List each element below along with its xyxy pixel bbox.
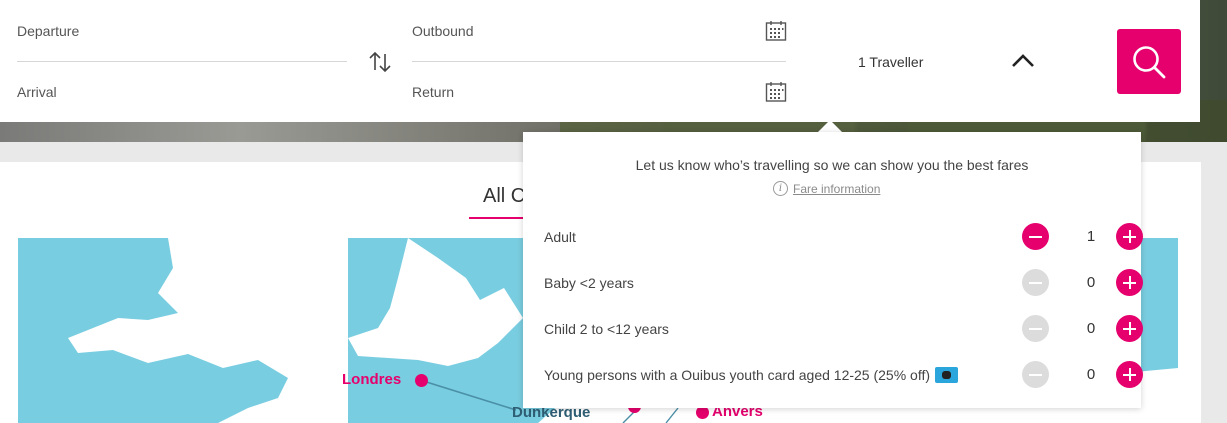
search-bar: Departure Arrival Outbound Return 1 Trav… bbox=[0, 0, 1200, 122]
baby-count: 0 bbox=[1086, 274, 1096, 291]
popover-arrow bbox=[818, 120, 842, 132]
child-decrement-button[interactable] bbox=[1022, 315, 1049, 342]
calendar-icon[interactable] bbox=[765, 20, 787, 42]
fare-information-link[interactable]: Fare information bbox=[793, 182, 880, 196]
plus-icon-vertical bbox=[1128, 230, 1131, 243]
youth-increment-button[interactable] bbox=[1116, 361, 1143, 388]
calendar-icon[interactable] bbox=[765, 81, 787, 103]
plus-icon-vertical bbox=[1128, 368, 1131, 381]
travellers-popover: Let us know who’s travelling so we can s… bbox=[523, 132, 1143, 408]
city-label-londres[interactable]: Londres bbox=[342, 371, 401, 388]
adult-decrement-button[interactable] bbox=[1022, 223, 1049, 250]
minus-icon bbox=[1029, 235, 1042, 238]
swap-icon[interactable] bbox=[366, 48, 394, 76]
departure-field[interactable]: Departure bbox=[17, 23, 79, 39]
search-button[interactable] bbox=[1117, 29, 1181, 94]
baby-increment-button[interactable] bbox=[1116, 269, 1143, 296]
minus-icon bbox=[1029, 327, 1042, 330]
traveller-label: Baby <2 years bbox=[544, 275, 634, 291]
child-count: 0 bbox=[1086, 320, 1096, 337]
traveller-row-child: Child 2 to <12 years 0 bbox=[544, 315, 1143, 343]
adult-increment-button[interactable] bbox=[1116, 223, 1143, 250]
city-marker-londres[interactable] bbox=[415, 374, 428, 387]
traveller-label-wrapper: Young persons with a Ouibus youth card a… bbox=[544, 367, 959, 384]
traveller-row-youth: Young persons with a Ouibus youth card a… bbox=[544, 361, 1143, 389]
minus-icon bbox=[1029, 281, 1042, 284]
departure-underline bbox=[17, 61, 347, 62]
traveller-label: Child 2 to <12 years bbox=[544, 321, 669, 337]
traveller-label: Adult bbox=[544, 229, 576, 245]
info-icon: i bbox=[773, 181, 788, 196]
child-increment-button[interactable] bbox=[1116, 315, 1143, 342]
plus-icon-vertical bbox=[1128, 322, 1131, 335]
youth-card-icon[interactable] bbox=[935, 367, 959, 384]
search-icon bbox=[1133, 45, 1166, 78]
traveller-row-baby: Baby <2 years 0 bbox=[544, 269, 1143, 297]
traveller-label: Young persons with a Ouibus youth card a… bbox=[544, 367, 931, 383]
tab-all[interactable]: All C bbox=[483, 185, 525, 208]
baby-decrement-button[interactable] bbox=[1022, 269, 1049, 296]
return-field[interactable]: Return bbox=[412, 84, 454, 100]
fare-information[interactable]: i Fare information bbox=[773, 181, 880, 196]
plus-icon-vertical bbox=[1128, 276, 1131, 289]
adult-count: 1 bbox=[1086, 228, 1096, 245]
traveller-row-adult: Adult 1 bbox=[544, 223, 1143, 251]
minus-icon bbox=[1029, 373, 1042, 376]
youth-count: 0 bbox=[1086, 366, 1096, 383]
outbound-underline bbox=[412, 61, 786, 62]
youth-decrement-button[interactable] bbox=[1022, 361, 1049, 388]
popover-intro-text: Let us know who’s travelling so we can s… bbox=[635, 157, 1029, 173]
chevron-up-icon[interactable] bbox=[1010, 52, 1036, 70]
traveller-selector[interactable]: 1 Traveller bbox=[858, 54, 923, 70]
outbound-field[interactable]: Outbound bbox=[412, 23, 474, 39]
arrival-field[interactable]: Arrival bbox=[17, 84, 57, 100]
